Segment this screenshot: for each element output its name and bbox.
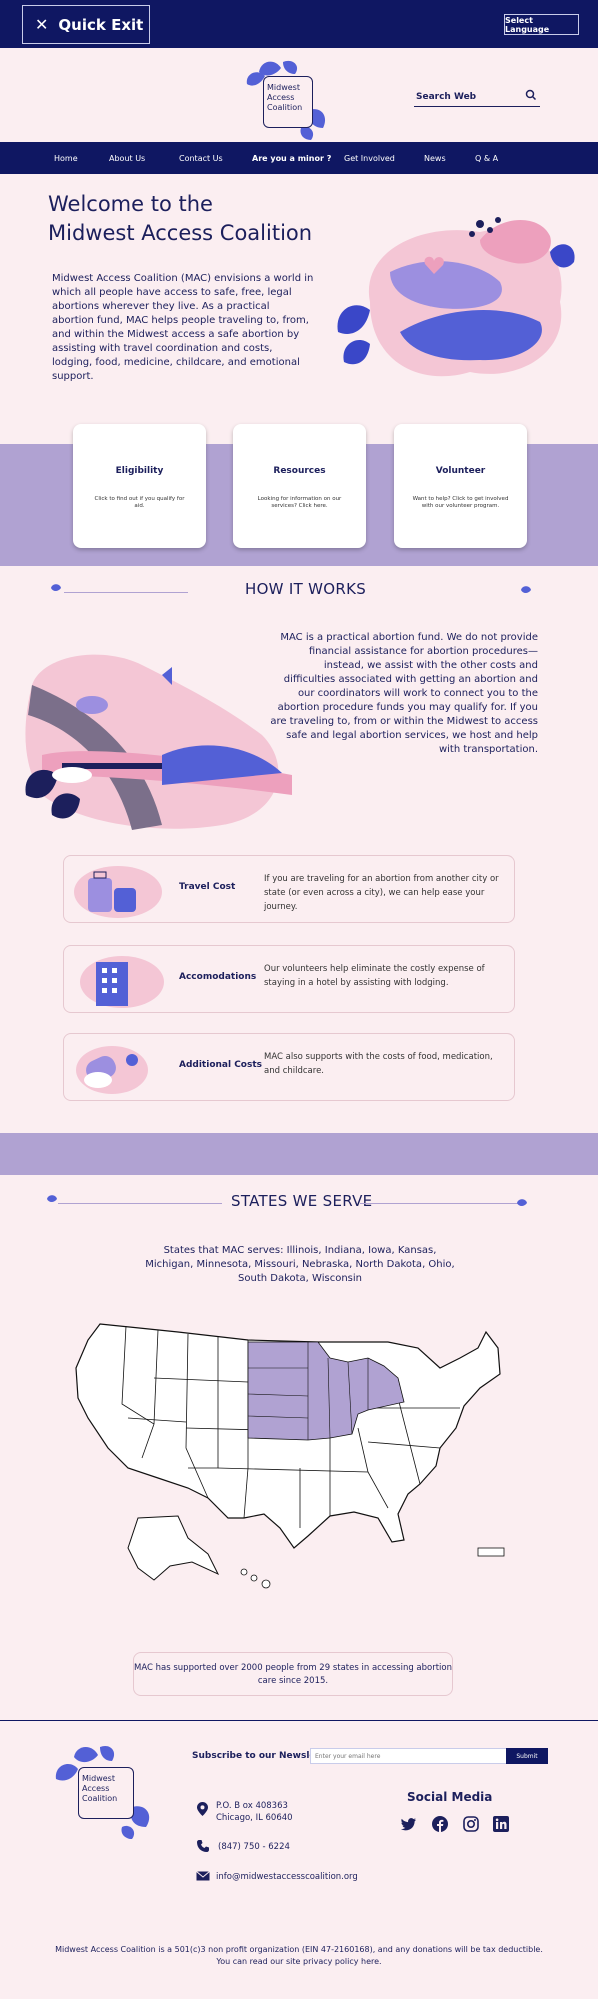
linkedin-icon[interactable] xyxy=(493,1816,509,1832)
how-it-works-text: MAC is a practical abortion fund. We do … xyxy=(270,632,538,755)
phone-number[interactable]: (847) 750 - 6224 xyxy=(218,1841,290,1853)
volunteer-card[interactable]: Volunteer Want to help? Click to get inv… xyxy=(394,424,527,548)
quick-exit-label: Quick Exit xyxy=(58,15,144,34)
hands-illustration xyxy=(337,217,575,377)
search-input[interactable] xyxy=(416,90,516,104)
leaf-icon xyxy=(47,1195,57,1202)
instagram-icon[interactable] xyxy=(463,1816,479,1832)
hero-intro-text: Midwest Access Coalition (MAC) envisions… xyxy=(52,273,314,382)
additional-costs-title: Additional Costs xyxy=(179,1060,263,1070)
hotel-building-icon xyxy=(80,956,164,1008)
nav-home[interactable]: Home xyxy=(54,154,78,163)
main-nav: Home About Us Contact Us Are you a minor… xyxy=(0,142,598,174)
how-it-works-title: HOW IT WORKS xyxy=(245,580,367,598)
social-media-title: Social Media xyxy=(407,1790,493,1804)
accommodations-title: Accomodations xyxy=(179,972,257,982)
nav-contact-us[interactable]: Contact Us xyxy=(179,154,223,163)
section-divider xyxy=(360,1203,520,1204)
logo-card: Midwest Access Coalition xyxy=(263,76,313,128)
site-logo[interactable]: Midwest Access Coalition xyxy=(239,58,337,140)
search-icon[interactable] xyxy=(524,88,538,102)
resources-card[interactable]: Resources Looking for information on our… xyxy=(233,424,366,548)
mail-icon xyxy=(196,1871,210,1881)
phone-icon xyxy=(197,1840,209,1852)
nav-get-involved[interactable]: Get Involved xyxy=(344,154,395,163)
nav-about-us[interactable]: About Us xyxy=(109,154,145,163)
additional-costs-text: MAC also supports with the costs of food… xyxy=(264,1052,493,1076)
luggage-icon xyxy=(74,866,162,918)
twitter-icon[interactable] xyxy=(401,1816,417,1832)
logo-card: Midwest Access Coalition xyxy=(78,1767,134,1819)
nav-news[interactable]: News xyxy=(424,154,446,163)
newsletter-submit-button[interactable]: Submit xyxy=(506,1748,548,1764)
nav-qa[interactable]: Q & A xyxy=(475,154,498,163)
location-pin-icon xyxy=(197,1802,208,1816)
nav-are-you-a-minor[interactable]: Are you a minor ? xyxy=(252,154,331,163)
leaf-icon xyxy=(51,584,61,591)
page-title: Welcome to the Midwest Access Coalition xyxy=(48,192,313,245)
states-list-text: States that MAC serves: Illinois, Indian… xyxy=(145,1245,455,1284)
travel-illustration xyxy=(25,654,292,830)
footer-rule xyxy=(0,1720,598,1721)
close-icon: ✕ xyxy=(35,15,49,34)
lavender-divider-band xyxy=(0,1133,598,1175)
us-map xyxy=(75,1323,505,1589)
travel-cost-row: Travel Cost If you are traveling for an … xyxy=(63,855,515,923)
select-language-button[interactable]: Select Language xyxy=(504,14,579,35)
accommodations-row: Accomodations Our volunteers help elimin… xyxy=(63,945,515,1013)
medication-icon xyxy=(76,1046,148,1094)
accommodations-text: Our volunteers help eliminate the costly… xyxy=(264,964,485,988)
travel-cost-title: Travel Cost xyxy=(179,882,236,892)
eligibility-card[interactable]: Eligibility Click to find out if you qua… xyxy=(73,424,206,548)
section-divider xyxy=(58,1203,222,1204)
additional-costs-row: Additional Costs MAC also supports with … xyxy=(63,1033,515,1101)
footer-logo[interactable]: Midwest Access Coalition xyxy=(52,1743,160,1839)
states-we-serve-title: STATES WE SERVE xyxy=(231,1192,373,1210)
newsletter-email-input[interactable] xyxy=(310,1748,508,1764)
search-bar xyxy=(414,88,540,107)
leaf-icon xyxy=(517,1199,527,1206)
footer-disclaimer: Midwest Access Coalition is a 501(c)3 no… xyxy=(30,1944,568,1968)
facebook-icon[interactable] xyxy=(432,1816,448,1832)
section-divider xyxy=(64,592,188,593)
travel-cost-text: If you are traveling for an abortion fro… xyxy=(264,874,499,912)
leaf-icon xyxy=(521,586,531,593)
privacy-policy-link[interactable]: You can read our site privacy policy her… xyxy=(30,1956,568,1968)
address: P.O. B ox 408363 Chicago, IL 60640 xyxy=(216,1801,293,1823)
quick-exit-button[interactable]: ✕ Quick Exit xyxy=(22,5,150,44)
email-link[interactable]: info@midwestaccesscoalition.org xyxy=(216,1871,358,1883)
impact-stat-box: MAC has supported over 2000 people from … xyxy=(133,1652,453,1696)
